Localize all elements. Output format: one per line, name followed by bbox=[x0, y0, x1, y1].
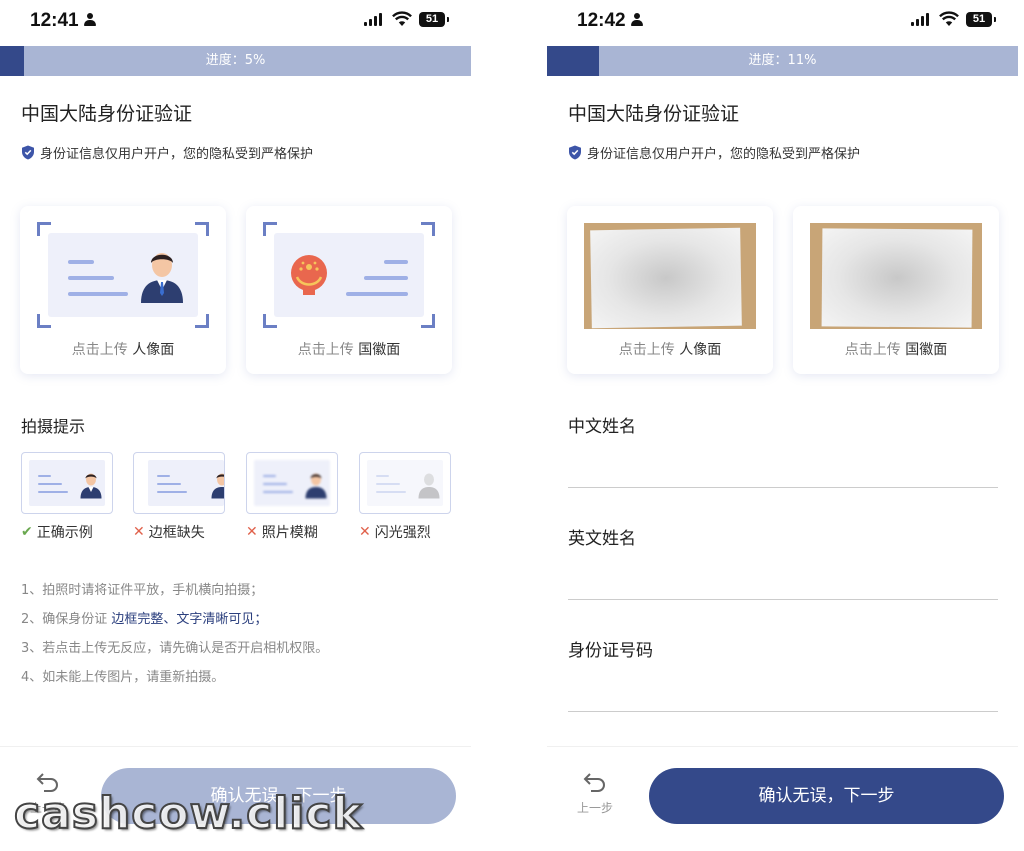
screen-step-2: 12:42 51 进度：11% 中国大陆身份证验证 身份证信息仅用户开户，您的隐… bbox=[547, 0, 1018, 851]
status-bar: 12:42 51 bbox=[547, 0, 1018, 44]
privacy-note: 身份证信息仅用户开户，您的隐私受到严格保护 bbox=[21, 143, 313, 162]
tip-label-missing-border: ✕ 边框缺失 bbox=[133, 524, 205, 541]
upload-caption: 点击上传 国徽面 bbox=[297, 342, 401, 358]
screen-step-1: 12:41 51 进度：5% 中国大陆身份证验证 身份证信息仅用户开户，您的隐私… bbox=[0, 0, 471, 851]
upload-caption: 点击上传 国徽面 bbox=[844, 342, 948, 358]
upload-card-portrait[interactable]: 点击上传 人像面 bbox=[20, 206, 226, 374]
id-number-field: 身份证号码 bbox=[568, 636, 998, 748]
uploaded-photo-portrait bbox=[584, 223, 756, 329]
back-button[interactable]: 上一步 bbox=[573, 771, 617, 816]
tip-thumb-flash bbox=[359, 452, 451, 514]
shield-icon bbox=[569, 145, 581, 160]
id-frame bbox=[37, 222, 209, 328]
back-arrow-icon bbox=[583, 773, 605, 792]
status-time: 12:41 bbox=[30, 10, 79, 31]
bottom-bar: 上一步 确认无误，下一步 bbox=[547, 746, 1018, 851]
chinese-name-field: 中文姓名 bbox=[568, 412, 998, 524]
person-avatar-icon bbox=[141, 253, 183, 303]
english-name-input[interactable] bbox=[568, 564, 998, 600]
id-number-input[interactable] bbox=[568, 676, 998, 712]
person-icon bbox=[631, 13, 643, 27]
upload-caption: 点击上传 人像面 bbox=[71, 342, 175, 358]
cross-icon: ✕ bbox=[133, 524, 145, 540]
check-icon: ✔ bbox=[21, 524, 33, 540]
signal-icon bbox=[364, 13, 382, 26]
wifi-icon bbox=[392, 11, 412, 26]
note-1: 1、拍照时请将证件平放，手机横向拍摄； bbox=[21, 583, 264, 598]
id-card-illustration bbox=[274, 233, 424, 317]
status-bar: 12:41 51 bbox=[0, 0, 471, 44]
progress-label: 进度：5% bbox=[205, 53, 266, 68]
tip-thumb-correct bbox=[21, 452, 113, 514]
note-3: 3、若点击上传无反应，请先确认是否开启相机权限。 bbox=[21, 641, 329, 656]
tip-label-correct: ✔ 正确示例 bbox=[21, 524, 93, 541]
progress-label: 进度：11% bbox=[748, 53, 817, 68]
cross-icon: ✕ bbox=[246, 524, 258, 540]
upload-card-emblem[interactable]: 点击上传 国徽面 bbox=[793, 206, 999, 374]
shield-icon bbox=[22, 145, 34, 160]
chinese-name-label: 中文姓名 bbox=[568, 417, 636, 437]
progress-bar: 进度：11% bbox=[547, 46, 1018, 76]
privacy-text: 身份证信息仅用户开户，您的隐私受到严格保护 bbox=[40, 147, 314, 162]
page-title: 中国大陆身份证验证 bbox=[568, 103, 740, 125]
id-frame bbox=[263, 222, 435, 328]
id-card-illustration bbox=[48, 233, 198, 317]
tip-thumb-blurry bbox=[246, 452, 338, 514]
chinese-name-input[interactable] bbox=[568, 452, 998, 488]
tip-thumb-missing-border bbox=[133, 452, 225, 514]
battery-icon: 51 bbox=[419, 12, 449, 27]
signal-icon bbox=[911, 13, 929, 26]
national-emblem-icon bbox=[291, 255, 327, 295]
note-4: 4、如未能上传图片，请重新拍摄。 bbox=[21, 670, 225, 685]
id-number-label: 身份证号码 bbox=[568, 641, 653, 661]
english-name-field: 英文姓名 bbox=[568, 524, 998, 636]
wifi-icon bbox=[939, 11, 959, 26]
note-2: 2、确保身份证 边框完整、文字清晰可见； bbox=[21, 612, 268, 627]
tip-label-blurry: ✕ 照片模糊 bbox=[246, 524, 318, 541]
upload-card-portrait[interactable]: 点击上传 人像面 bbox=[567, 206, 773, 374]
uploaded-photo-emblem bbox=[810, 223, 982, 329]
status-time: 12:42 bbox=[577, 10, 626, 31]
next-step-button[interactable]: 确认无误，下一步 bbox=[649, 768, 1004, 824]
privacy-text: 身份证信息仅用户开户，您的隐私受到严格保护 bbox=[587, 147, 861, 162]
upload-caption: 点击上传 人像面 bbox=[618, 342, 722, 358]
english-name-label: 英文姓名 bbox=[568, 529, 636, 549]
cross-icon: ✕ bbox=[359, 524, 371, 540]
person-icon bbox=[84, 13, 96, 27]
privacy-note: 身份证信息仅用户开户，您的隐私受到严格保护 bbox=[568, 143, 860, 162]
progress-bar: 进度：5% bbox=[0, 46, 471, 76]
instruction-notes: 1、拍照时请将证件平放，手机横向拍摄； 2、确保身份证 边框完整、文字清晰可见；… bbox=[21, 576, 328, 692]
upload-card-emblem[interactable]: 点击上传 国徽面 bbox=[246, 206, 452, 374]
page-title: 中国大陆身份证验证 bbox=[21, 103, 193, 125]
tips-title: 拍摄提示 bbox=[21, 417, 86, 436]
battery-icon: 51 bbox=[966, 12, 996, 27]
watermark: cashcow.click bbox=[13, 787, 363, 840]
tip-label-flash: ✕ 闪光强烈 bbox=[359, 524, 431, 541]
